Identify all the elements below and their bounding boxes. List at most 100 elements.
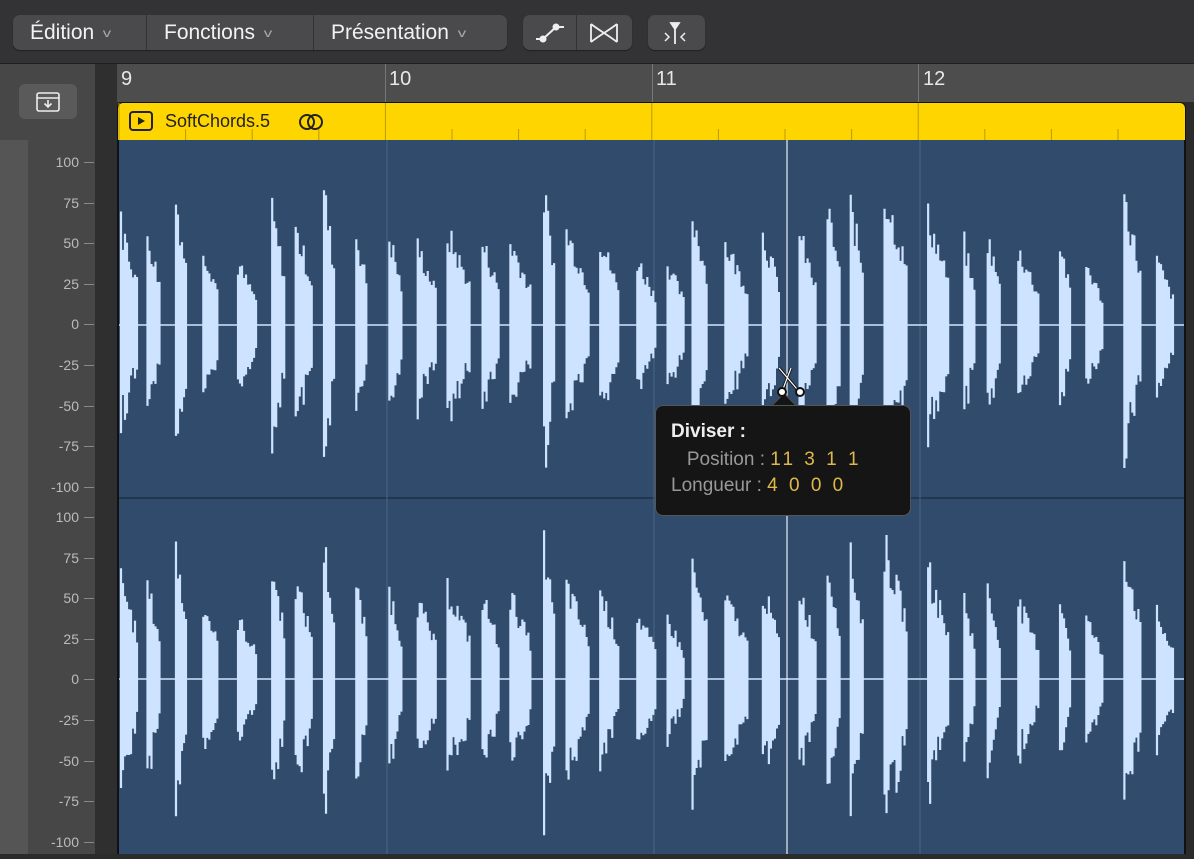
waveform-burst [988, 239, 1000, 404]
waveform-burst [928, 562, 948, 804]
amplitude-tick [84, 406, 94, 407]
chevron-down-icon: v [103, 26, 111, 40]
waveform-burst [637, 619, 655, 740]
amplitude-tick [84, 720, 94, 721]
waveform-burst [544, 195, 554, 467]
tooltip-length-row: Longueur : 4 0 0 0 [671, 475, 895, 497]
amplitude-tick [84, 162, 94, 163]
amplitude-label: 75 [9, 550, 79, 566]
amplitude-tick [84, 801, 94, 802]
waveform-burst [176, 205, 186, 436]
waveform-burst [296, 586, 312, 772]
bar-number: 9 [121, 68, 132, 91]
waveform-burst [885, 535, 907, 813]
snap-group [648, 15, 705, 50]
bar-number: 10 [389, 68, 411, 91]
waveform-burst [600, 590, 618, 771]
functions-menu-label: Fonctions [164, 21, 255, 45]
waveform-burst [510, 593, 530, 761]
waveform-burst [1124, 194, 1140, 468]
beat-ticks [118, 103, 1187, 141]
download-button[interactable] [19, 84, 77, 119]
waveform-burst [272, 198, 284, 454]
automation-button[interactable] [523, 15, 577, 50]
view-menu-label: Présentation [331, 21, 449, 45]
automation-curve-icon [534, 21, 566, 45]
waveform-burst [483, 600, 499, 757]
waveform-burst [147, 236, 159, 406]
edit-menu[interactable]: Édition v [13, 15, 147, 50]
waveform-burst [418, 238, 436, 419]
amplitude-tick [84, 284, 94, 285]
amplitude-label: 0 [9, 316, 79, 332]
waveform-burst [1060, 604, 1070, 750]
amplitude-tick [84, 446, 94, 447]
waveform-burst [1157, 256, 1173, 398]
waveform-burst [964, 593, 974, 762]
waveform-burst [544, 530, 554, 835]
region-header[interactable]: SoftChords.5 [117, 102, 1186, 140]
waveform-burst [763, 596, 779, 764]
waveform-burst [418, 603, 436, 748]
amplitude-label: -25 [9, 357, 79, 373]
amplitude-tick [84, 598, 94, 599]
waveform-burst [356, 239, 366, 411]
waveform-burst [885, 209, 907, 434]
waveform-burst [668, 615, 684, 747]
amplitude-label: 50 [9, 590, 79, 606]
waveform-burst [448, 231, 470, 421]
view-menu[interactable]: Présentation v [314, 15, 507, 50]
amplitude-label: -25 [9, 712, 79, 728]
crossfade-button[interactable] [577, 15, 631, 50]
scissors-icon [775, 365, 809, 399]
amplitude-label: 50 [9, 235, 79, 251]
amplitude-label: 25 [9, 276, 79, 292]
waveform-burst [1086, 615, 1102, 742]
tooltip-title: Diviser : [671, 421, 895, 443]
catch-playhead-button[interactable] [648, 15, 702, 50]
waveform-burst [389, 587, 401, 764]
amplitude-label: 100 [9, 154, 79, 170]
amplitude-tick [84, 487, 94, 488]
split-tooltip: Diviser : Position : 11 3 1 1 Longueur :… [655, 405, 911, 516]
functions-menu[interactable]: Fonctionsv [147, 15, 314, 50]
playhead-catch-icon [660, 20, 690, 46]
waveform-burst [296, 227, 312, 417]
waveform-burst [828, 576, 840, 784]
amplitude-label: -50 [9, 398, 79, 414]
crossfade-icon [588, 21, 620, 45]
waveform-area[interactable] [117, 140, 1186, 854]
bar-tick [918, 64, 919, 102]
edit-menu-label: Édition [30, 21, 94, 45]
waveform-burst [203, 256, 217, 393]
amplitude-label: -100 [9, 834, 79, 850]
amplitude-tick [84, 517, 94, 518]
amplitude-label: 75 [9, 195, 79, 211]
download-tray-icon [35, 91, 61, 113]
automation-group [523, 15, 632, 50]
waveform-burst [637, 263, 655, 389]
waveform-burst [600, 252, 618, 400]
amplitude-tick [84, 679, 94, 680]
amplitude-tick [84, 761, 94, 762]
waveform-burst [147, 580, 159, 769]
waveform-burst [510, 244, 530, 403]
position-label: Position : [687, 449, 765, 470]
amplitude-label: 100 [9, 509, 79, 525]
waveform-burst [988, 583, 1000, 778]
waveform-burst [121, 568, 137, 788]
waveform-burst [176, 542, 186, 817]
waveform-burst [483, 246, 499, 409]
gutter [95, 64, 117, 854]
waveform-burst [272, 581, 284, 779]
amplitude-label: 0 [9, 671, 79, 687]
chevron-down-icon: v [458, 26, 466, 40]
amplitude-label: 25 [9, 631, 79, 647]
waveform [119, 140, 1184, 854]
menu-group: Édition v Fonctionsv Présentation v [13, 15, 507, 50]
amplitude-tick [84, 558, 94, 559]
bar-ruler[interactable]: 9 10 11 12 [117, 64, 1194, 102]
amplitude-tick [84, 243, 94, 244]
amplitude-label: -75 [9, 793, 79, 809]
amplitude-label: -50 [9, 753, 79, 769]
